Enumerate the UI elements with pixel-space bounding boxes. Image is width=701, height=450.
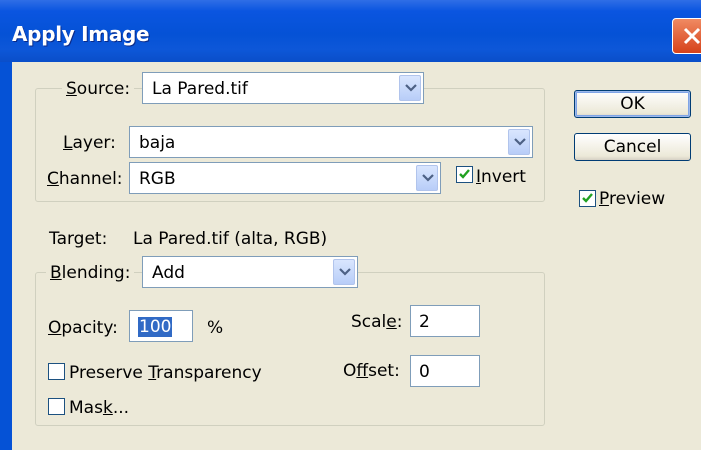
offset-input[interactable]: 0 bbox=[410, 355, 480, 387]
offset-label: Offset: bbox=[343, 361, 400, 381]
close-button[interactable] bbox=[672, 18, 701, 54]
ok-button[interactable]: OK bbox=[574, 90, 691, 118]
layer-value: baja bbox=[139, 133, 176, 153]
channel-label: Channel: bbox=[47, 169, 123, 189]
chevron-down-icon[interactable] bbox=[416, 165, 438, 191]
opacity-value: 100 bbox=[138, 317, 173, 337]
opacity-label: Opacity: bbox=[48, 318, 118, 338]
cancel-button[interactable]: Cancel bbox=[574, 133, 691, 161]
layer-label: Layer: bbox=[63, 133, 116, 153]
opacity-unit: % bbox=[207, 318, 224, 338]
invert-label[interactable]: Invert bbox=[476, 167, 526, 187]
preview-checkbox[interactable] bbox=[579, 190, 596, 207]
blending-select[interactable]: Add bbox=[142, 256, 358, 288]
channel-value: RGB bbox=[139, 169, 176, 189]
window-title: Apply Image bbox=[12, 22, 150, 46]
preview-label[interactable]: Preview bbox=[599, 189, 665, 209]
mask-label[interactable]: Mask... bbox=[69, 398, 129, 418]
preserve-transparency-checkbox[interactable] bbox=[48, 363, 65, 380]
checkmark-icon bbox=[582, 193, 593, 203]
chevron-down-icon[interactable] bbox=[508, 129, 530, 155]
invert-checkbox[interactable] bbox=[456, 166, 473, 183]
window-border bbox=[0, 62, 12, 450]
chevron-down-icon[interactable] bbox=[399, 75, 421, 101]
offset-value: 0 bbox=[419, 362, 430, 382]
chevron-down-icon[interactable] bbox=[333, 259, 355, 285]
target-value: La Pared.tif (alta, RGB) bbox=[133, 229, 328, 249]
title-bar[interactable]: Apply Image bbox=[0, 0, 701, 62]
checkmark-icon bbox=[459, 169, 470, 179]
source-label: Source: bbox=[62, 79, 135, 99]
apply-image-dialog: Apply Image Source: La Pared.tif Layer: … bbox=[0, 0, 701, 450]
scale-input[interactable]: 2 bbox=[410, 305, 480, 337]
target-label: Target: bbox=[49, 229, 108, 249]
scale-value: 2 bbox=[419, 312, 430, 332]
channel-select[interactable]: RGB bbox=[129, 162, 441, 194]
mask-checkbox[interactable] bbox=[48, 398, 65, 415]
preserve-transparency-label[interactable]: Preserve Transparency bbox=[69, 363, 262, 383]
scale-label: Scale: bbox=[351, 312, 403, 332]
layer-select[interactable]: baja bbox=[129, 126, 533, 158]
opacity-input[interactable]: 100 bbox=[129, 310, 193, 342]
blending-label: Blending: bbox=[46, 263, 135, 283]
source-select[interactable]: La Pared.tif bbox=[142, 72, 424, 104]
source-value: La Pared.tif bbox=[152, 79, 248, 99]
blending-value: Add bbox=[152, 263, 185, 283]
